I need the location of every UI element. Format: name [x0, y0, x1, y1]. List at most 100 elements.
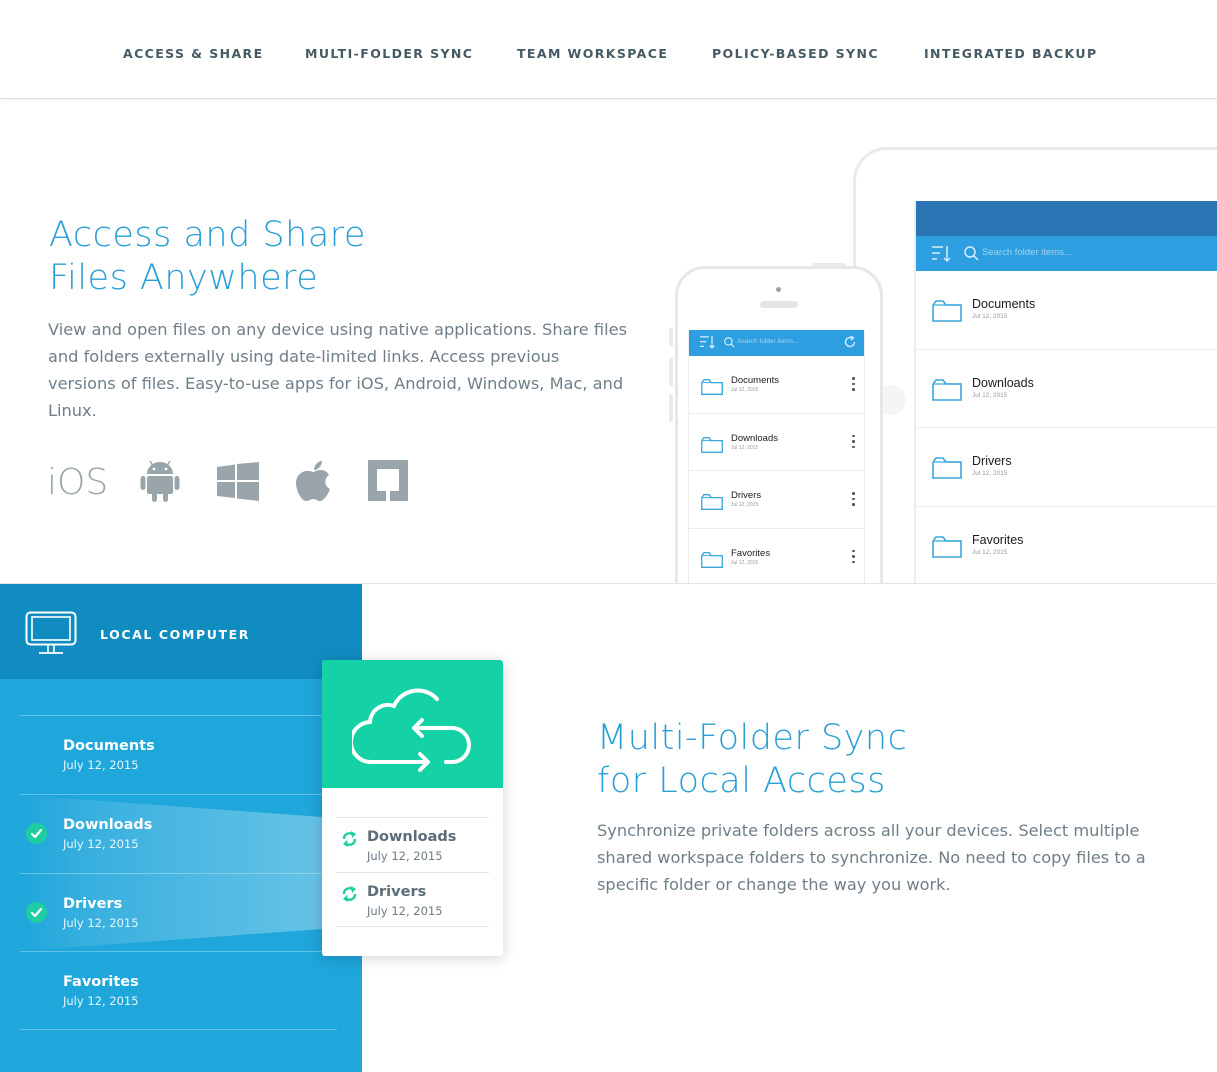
folder-date: Jul 12, 2015 — [972, 470, 1008, 477]
phone-camera — [776, 287, 781, 292]
refresh-icon[interactable] — [843, 335, 857, 349]
more-options-icon[interactable] — [852, 549, 855, 564]
folder-date: July 12, 2015 — [63, 916, 139, 930]
folder-icon — [932, 300, 962, 322]
phone-folder-row[interactable]: Documents Jul 12, 2015 — [689, 356, 864, 414]
top-nav: ACCESS & SHARE MULTI-FOLDER SYNC TEAM WO… — [0, 0, 1217, 99]
check-icon — [26, 823, 47, 844]
more-options-icon[interactable] — [852, 492, 855, 506]
sync-item-name: Downloads — [367, 829, 457, 845]
multi-folder-sync-section: LOCAL COMPUTER Documents July 12, 2015 D… — [0, 583, 1217, 1072]
folder-date: Jul 12, 2015 — [972, 313, 1008, 320]
monitor-icon — [25, 611, 77, 654]
more-options-icon[interactable] — [852, 434, 855, 449]
local-computer-header: LOCAL COMPUTER — [0, 584, 362, 679]
local-folder-row[interactable]: Drivers July 12, 2015 — [20, 873, 337, 952]
local-computer-title: LOCAL COMPUTER — [100, 627, 250, 642]
apple-icon — [296, 460, 332, 506]
sort-icon[interactable] — [932, 245, 952, 262]
local-folder-row[interactable]: Favorites July 12, 2015 — [20, 951, 337, 1030]
tablet-search-input[interactable]: Search folder items... — [982, 247, 1072, 258]
tablet-folder-row[interactable]: Documents Jul 12, 2015 — [916, 271, 1217, 350]
folder-name: Documents — [731, 375, 780, 386]
sync-item-row[interactable]: Downloads July 12, 2015 — [336, 817, 489, 872]
tablet-screen: Search folder items... Documents Jul 12,… — [914, 201, 1217, 583]
folder-name: Downloads — [63, 817, 153, 833]
phone-folder-row[interactable]: Drivers Jul 12, 2015 — [689, 471, 864, 529]
android-icon — [140, 458, 180, 506]
phone-folder-row[interactable]: Downloads Jul 12, 2015 — [689, 414, 864, 471]
folder-date: July 12, 2015 — [63, 758, 139, 772]
tablet-folder-row[interactable]: Drivers Jul 12, 2015 — [916, 428, 1217, 507]
windows-icon — [217, 462, 259, 505]
folder-name: Drivers — [972, 454, 1012, 468]
folder-date: July 12, 2015 — [63, 837, 139, 851]
access-share-title: Access and Share Files Anywhere — [49, 214, 366, 300]
folder-name: Downloads — [972, 375, 1034, 390]
folder-date: Jul 12, 2015 — [731, 387, 759, 393]
phone-speaker — [760, 301, 798, 308]
folder-name: Favorites — [731, 547, 771, 559]
tablet-folder-row[interactable]: Downloads Jul 12, 2015 — [916, 350, 1217, 428]
phone-screen: Search folder items... Documents Jul 12,… — [688, 330, 865, 583]
sync-item-date: July 12, 2015 — [367, 904, 443, 918]
access-share-description: View and open files on any device using … — [48, 320, 628, 420]
sync-icon — [342, 831, 357, 847]
folder-date: Jul 12, 2015 — [731, 444, 759, 451]
title-line-2: Files Anywhere — [49, 258, 319, 298]
sync-card-header — [322, 660, 503, 788]
nav-integrated-backup[interactable]: INTEGRATED BACKUP — [924, 46, 1098, 61]
phone-side-button — [669, 328, 673, 346]
ios-icon: iOS — [47, 462, 108, 503]
phone-search-input[interactable]: Search folder items... — [737, 338, 798, 345]
folder-icon — [701, 551, 723, 568]
cloud-sync-icon — [352, 688, 471, 772]
local-folder-row[interactable]: Downloads July 12, 2015 — [20, 794, 337, 873]
folder-date: Jul 12, 2015 — [972, 548, 1008, 556]
more-options-icon[interactable] — [852, 377, 855, 391]
phone-volume-up — [669, 358, 673, 386]
sync-icon — [342, 886, 357, 902]
nav-access-share[interactable]: ACCESS & SHARE — [123, 46, 264, 61]
access-share-section: Access and Share Files Anywhere View and… — [0, 100, 1217, 583]
sync-item-date: July 12, 2015 — [367, 849, 443, 863]
ios-label: iOS — [47, 462, 109, 503]
linux-icon — [368, 460, 408, 505]
local-folder-row[interactable]: Documents July 12, 2015 — [20, 715, 337, 794]
phone-search-bar: Search folder items... — [689, 330, 864, 356]
title-line-1: Multi-Folder Sync — [597, 718, 908, 758]
phone-folder-row[interactable]: Favorites Jul 12, 2015 — [689, 529, 864, 584]
folder-name: Drivers — [731, 490, 762, 501]
tablet-folder-row[interactable]: Favorites Jul 12, 2015 — [916, 507, 1217, 584]
folder-icon — [701, 436, 723, 453]
search-icon — [724, 337, 735, 348]
folder-icon — [701, 379, 723, 395]
folder-name: Favorites — [63, 974, 139, 990]
title-line-1: Access and Share — [49, 215, 366, 255]
sort-icon[interactable] — [700, 335, 716, 349]
folder-name: Favorites — [972, 532, 1024, 547]
nav-team-workspace[interactable]: TEAM WORKSPACE — [517, 46, 668, 61]
sync-item-row[interactable]: Drivers July 12, 2015 — [336, 872, 489, 927]
folder-icon — [701, 494, 723, 510]
folder-date: Jul 12, 2015 — [731, 559, 759, 566]
phone-volume-down — [669, 394, 673, 422]
sync-item-name: Drivers — [367, 884, 427, 900]
folder-name: Drivers — [63, 896, 123, 912]
folder-icon — [932, 457, 962, 479]
check-icon — [26, 902, 47, 923]
folder-icon — [932, 378, 962, 401]
folder-date: Jul 12, 2015 — [731, 502, 759, 508]
multi-sync-title: Multi-Folder Sync for Local Access — [597, 717, 907, 803]
folder-icon — [932, 535, 962, 558]
multi-sync-description: Synchronize private folders across all y… — [597, 821, 1146, 894]
tablet-app-header — [916, 201, 1217, 236]
folder-name: Documents — [63, 738, 155, 754]
nav-multi-folder-sync[interactable]: MULTI-FOLDER SYNC — [305, 46, 473, 61]
folder-date: Jul 12, 2015 — [972, 391, 1008, 399]
folder-name: Downloads — [731, 432, 778, 444]
tablet-search-bar: Search folder items... — [916, 236, 1217, 271]
search-icon — [964, 246, 979, 261]
folder-name: Documents — [972, 297, 1036, 311]
nav-policy-based-sync[interactable]: POLICY-BASED SYNC — [712, 46, 879, 61]
